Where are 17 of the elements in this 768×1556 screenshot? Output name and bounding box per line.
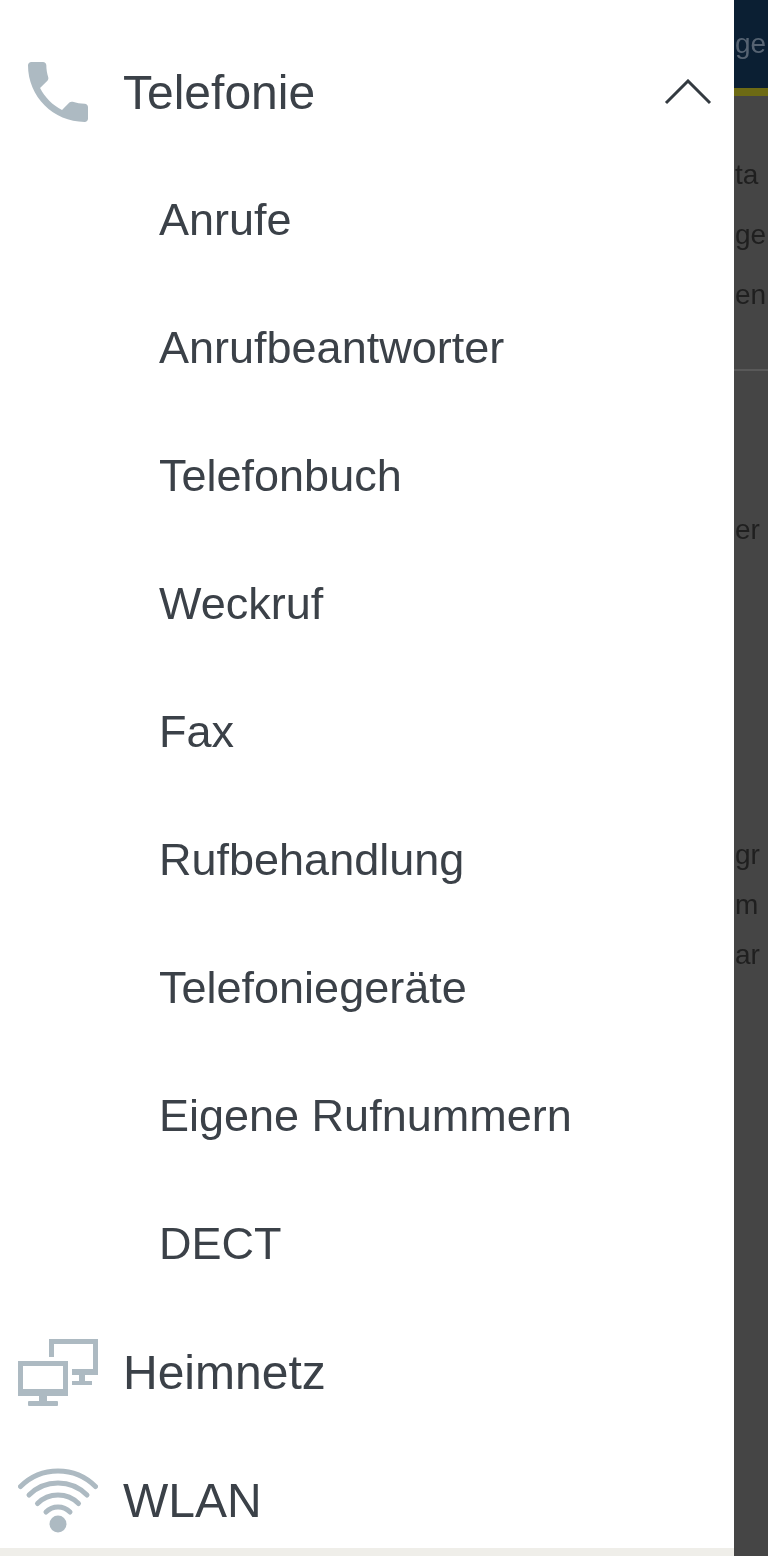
menu-item[interactable]: WLAN bbox=[0, 1436, 734, 1548]
submenu-item[interactable]: Anrufbeantworter bbox=[0, 284, 734, 412]
submenu-item[interactable]: DECT bbox=[0, 1180, 734, 1308]
submenu-item[interactable]: Eigene Rufnummern bbox=[0, 1052, 734, 1180]
header-text: ge bbox=[735, 28, 767, 60]
menu-item[interactable]: Heimnetz bbox=[0, 1308, 734, 1436]
submenu-item[interactable]: Fax bbox=[0, 668, 734, 796]
submenu-item[interactable]: Telefonbuch bbox=[0, 412, 734, 540]
submenu-item[interactable]: Telefoniegeräte bbox=[0, 924, 734, 1052]
submenu-item[interactable]: Rufbehandlung bbox=[0, 796, 734, 924]
menu-item[interactable]: Telefonie bbox=[0, 28, 734, 156]
chevron-up-icon[interactable] bbox=[664, 79, 712, 105]
wifi-icon bbox=[18, 1467, 98, 1533]
two-monitors-icon bbox=[18, 1338, 98, 1406]
submenu-item[interactable]: Weckruf bbox=[0, 540, 734, 668]
phone-icon bbox=[28, 62, 88, 122]
submenu-item[interactable]: Anrufe bbox=[0, 156, 734, 284]
